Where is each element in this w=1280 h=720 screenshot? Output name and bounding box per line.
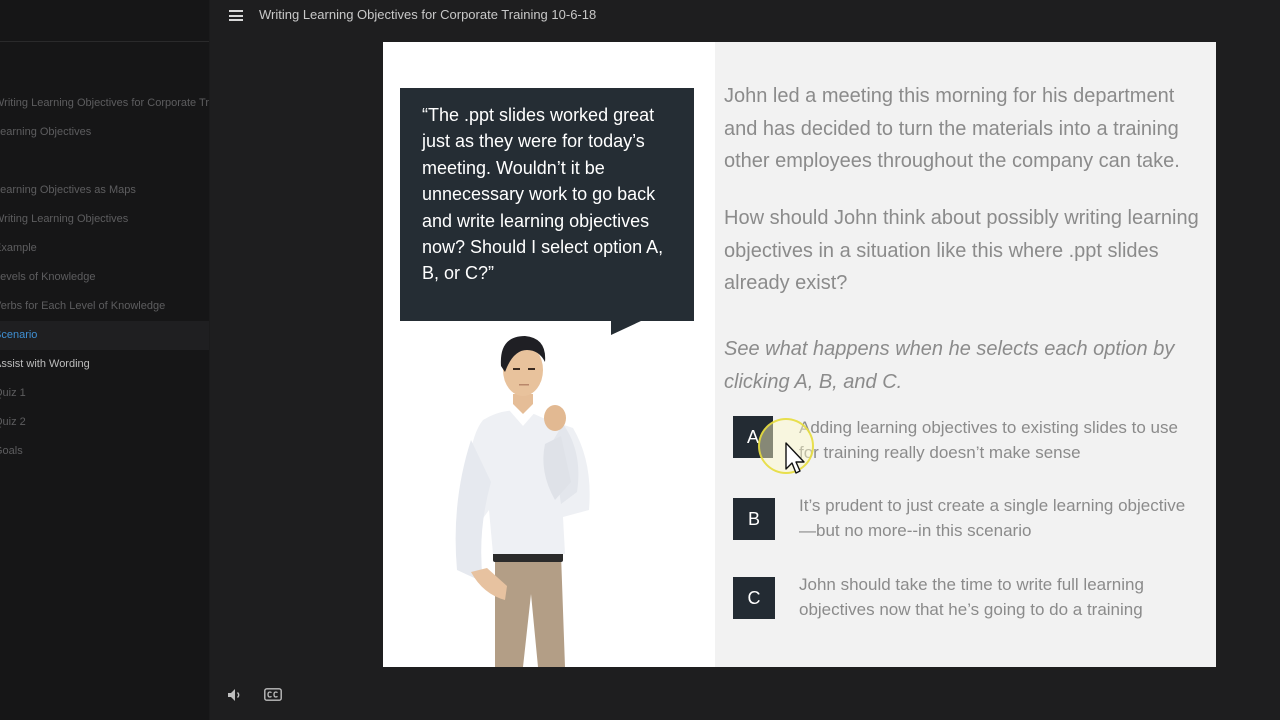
course-title: Writing Learning Objectives for Corporat…: [259, 7, 597, 22]
sidebar-item-writing-learning-objectives[interactable]: Writing Learning Objectives for Corporat…: [0, 89, 209, 118]
thinking-man-illustration: [455, 336, 590, 667]
sidebar-item-verbs[interactable]: Verbs for Each Level of Knowledge: [0, 292, 209, 321]
sidebar-item-scenario[interactable]: Scenario: [0, 321, 209, 350]
menu-icon[interactable]: [229, 10, 243, 21]
sidebar-item-writing-objectives[interactable]: Writing Learning Objectives: [0, 205, 209, 234]
option-a-text: Adding learning objectives to existing s…: [799, 418, 1178, 462]
slide-right-panel: John led a meeting this morning for his …: [715, 42, 1216, 667]
sidebar-item-quiz-2[interactable]: Quiz 2: [0, 408, 209, 437]
sidebar-item-quiz-1[interactable]: Quiz 1: [0, 379, 209, 408]
option-c-button[interactable]: C: [733, 577, 775, 619]
sidebar-item-example[interactable]: Example: [0, 234, 209, 263]
sidebar-menu: Writing Learning Objectives for Corporat…: [0, 0, 210, 720]
top-bar: Writing Learning Objectives for Corporat…: [210, 0, 1280, 30]
sidebar-item-goals[interactable]: Goals: [0, 437, 209, 466]
sidebar-divider: [0, 41, 209, 42]
volume-icon[interactable]: [227, 688, 243, 702]
slide-canvas: “The .ppt slides worked great just as th…: [383, 42, 1216, 667]
sidebar-item-objectives-as-maps[interactable]: Learning Objectives as Maps: [0, 176, 209, 205]
speech-bubble: “The .ppt slides worked great just as th…: [400, 88, 694, 321]
option-c-text: John should take the time to write full …: [799, 575, 1144, 619]
scenario-paragraph: John led a meeting this morning for his …: [724, 85, 1180, 173]
sidebar-item-levels-of-knowledge[interactable]: Levels of Knowledge: [0, 263, 209, 292]
question-paragraph: How should John think about possibly wri…: [724, 207, 1199, 295]
option-b-text: It’s prudent to just create a single lea…: [799, 496, 1186, 540]
option-b-button[interactable]: B: [733, 498, 775, 540]
sidebar-item-learning-objectives[interactable]: Learning Objectives: [0, 118, 209, 147]
closed-captions-icon[interactable]: [264, 688, 282, 701]
mouse-cursor-icon: [785, 442, 805, 474]
slide-left-panel: “The .ppt slides worked great just as th…: [383, 42, 715, 667]
instruction-paragraph: See what happens when he selects each op…: [724, 338, 1175, 393]
sidebar-item-assist-with-wording[interactable]: Assist with Wording: [0, 350, 209, 379]
